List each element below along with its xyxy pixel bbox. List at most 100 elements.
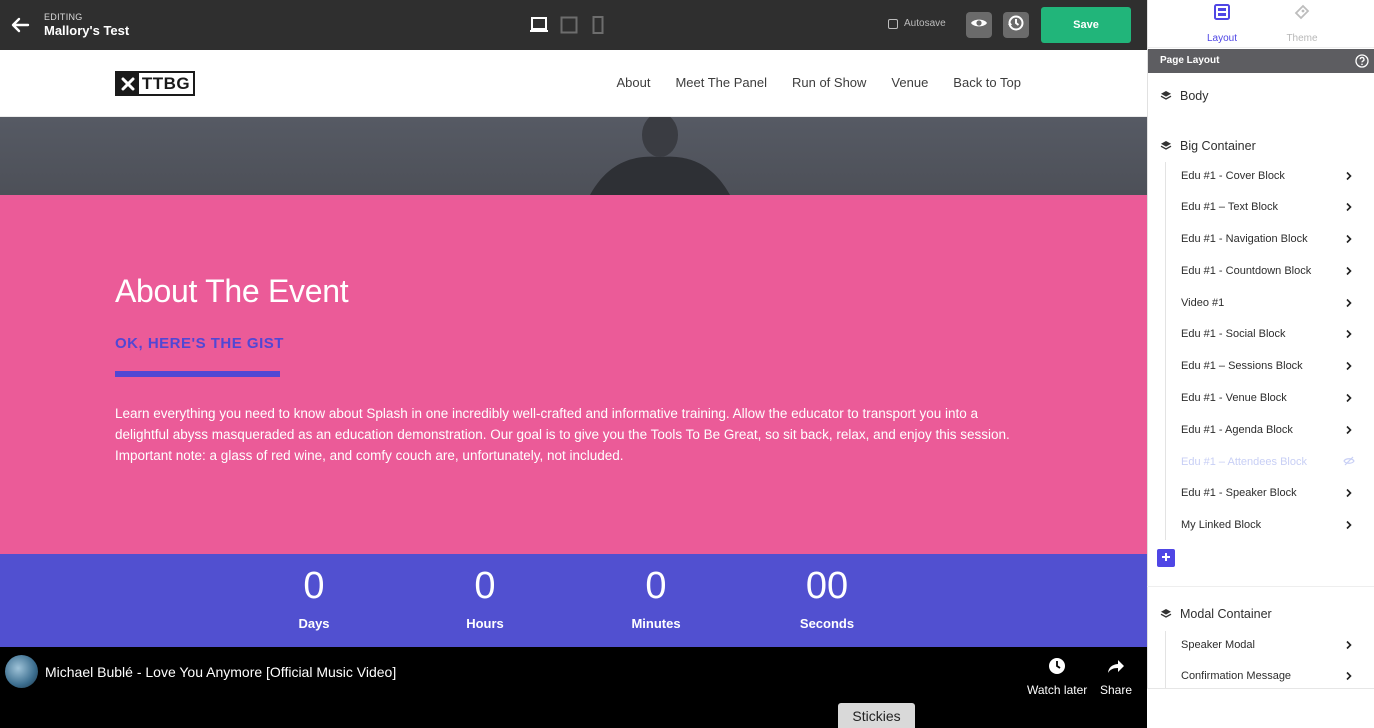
about-section: About The Event OK, HERE'S THE GIST Lear… bbox=[0, 195, 1147, 554]
modal-item[interactable]: Speaker Modal bbox=[1148, 632, 1374, 658]
countdown-days: 0 Days bbox=[259, 564, 369, 631]
block-item[interactable]: Video #1 bbox=[1148, 290, 1374, 316]
chevron-right-icon bbox=[1345, 234, 1353, 244]
share-label: Share bbox=[1100, 683, 1133, 697]
nav-link-run-of-show[interactable]: Run of Show bbox=[792, 75, 866, 90]
heading-underline bbox=[115, 371, 280, 377]
tree-guide-line bbox=[1165, 162, 1166, 540]
block-item[interactable]: Edu #1 - Social Block bbox=[1148, 321, 1374, 347]
tab-layout[interactable]: Layout bbox=[1192, 4, 1252, 44]
desktop-view-icon[interactable] bbox=[529, 15, 549, 35]
site-navigation: TTBG About Meet The Panel Run of Show Ve… bbox=[0, 50, 1147, 117]
autosave-checkbox[interactable] bbox=[888, 18, 898, 29]
layout-sidebar: Layout Theme Page Layout Body Big Contai… bbox=[1147, 0, 1374, 728]
add-block-button[interactable] bbox=[1157, 549, 1175, 567]
about-heading: About The Event bbox=[115, 273, 349, 309]
block-item-label: Edu #1 - Navigation Block bbox=[1181, 233, 1308, 245]
autosave-label: Autosave bbox=[904, 18, 946, 29]
chevron-right-icon bbox=[1345, 202, 1353, 212]
stickies-tab[interactable]: Stickies bbox=[838, 703, 915, 728]
layer-modal-container-label: Modal Container bbox=[1180, 607, 1272, 621]
layer-body[interactable]: Body bbox=[1148, 83, 1374, 109]
video-title[interactable]: Michael Bublé - Love You Anymore [Offici… bbox=[45, 664, 396, 680]
mobile-view-icon[interactable] bbox=[589, 15, 607, 35]
countdown-value: 0 bbox=[303, 565, 325, 607]
share-button[interactable]: Share bbox=[1100, 657, 1132, 697]
layer-icon bbox=[1160, 140, 1172, 152]
countdown-section: 0 Days 0 Hours 0 Minutes 00 Seconds bbox=[0, 554, 1147, 647]
logo-text: TTBG bbox=[141, 73, 191, 93]
block-item-label: Edu #1 – Attendees Block bbox=[1181, 456, 1307, 468]
plus-icon bbox=[1161, 549, 1171, 567]
countdown-value: 00 bbox=[805, 565, 849, 607]
block-item[interactable]: Edu #1 – Text Block bbox=[1148, 194, 1374, 220]
about-subheading: OK, HERE'S THE GIST bbox=[115, 335, 284, 352]
block-item[interactable]: Edu #1 – Sessions Block bbox=[1148, 353, 1374, 379]
preview-button[interactable] bbox=[966, 12, 992, 38]
nav-link-back-to-top[interactable]: Back to Top bbox=[953, 75, 1021, 90]
video-embed[interactable]: Michael Bublé - Love You Anymore [Offici… bbox=[0, 647, 1147, 728]
modal-item-label: Speaker Modal bbox=[1181, 639, 1255, 651]
modal-item[interactable]: Confirmation Message bbox=[1148, 663, 1374, 689]
about-body: Learn everything you need to know about … bbox=[115, 406, 1010, 463]
save-button[interactable]: Save bbox=[1041, 7, 1131, 43]
tab-layout-label: Layout bbox=[1206, 33, 1238, 44]
nav-link-meet-the-panel[interactable]: Meet The Panel bbox=[675, 75, 767, 90]
chevron-right-icon bbox=[1345, 329, 1353, 339]
countdown-value: 0 bbox=[645, 565, 667, 607]
sidebar-divider bbox=[1147, 586, 1374, 587]
nav-links: About Meet The Panel Run of Show Venue B… bbox=[616, 75, 1021, 90]
countdown-label: Hours bbox=[466, 616, 504, 631]
editor-toolbar: EDITING Mallory's Test Autosave Save bbox=[0, 0, 1147, 50]
hero-person-silhouette bbox=[590, 117, 730, 195]
history-button[interactable] bbox=[1003, 12, 1029, 38]
chevron-right-icon bbox=[1345, 671, 1353, 681]
watch-later-label: Watch later bbox=[1027, 683, 1088, 697]
chevron-right-icon bbox=[1345, 266, 1353, 276]
site-logo[interactable]: TTBG bbox=[115, 71, 195, 96]
editing-label: EDITING bbox=[44, 12, 83, 22]
block-item-label: Video #1 bbox=[1181, 297, 1225, 309]
channel-avatar[interactable] bbox=[5, 655, 38, 688]
history-icon bbox=[1007, 14, 1025, 37]
tablet-view-icon[interactable] bbox=[559, 15, 579, 35]
block-item-label: Edu #1 - Social Block bbox=[1181, 328, 1286, 340]
block-item[interactable]: Edu #1 - Venue Block bbox=[1148, 385, 1374, 411]
countdown-hours: 0 Hours bbox=[430, 564, 540, 631]
block-item[interactable]: Edu #1 - Cover Block bbox=[1148, 163, 1374, 189]
page-canvas: TTBG About Meet The Panel Run of Show Ve… bbox=[0, 50, 1147, 728]
page-layout-title: Page Layout bbox=[1160, 55, 1220, 66]
layer-big-container[interactable]: Big Container bbox=[1148, 133, 1374, 159]
chevron-right-icon bbox=[1345, 393, 1353, 403]
block-item[interactable]: My Linked Block bbox=[1148, 512, 1374, 538]
chevron-right-icon bbox=[1345, 171, 1353, 181]
block-item[interactable]: Edu #1 - Speaker Block bbox=[1148, 480, 1374, 506]
autosave-toggle[interactable]: Autosave bbox=[888, 18, 946, 29]
block-item-label: Edu #1 - Cover Block bbox=[1181, 170, 1285, 182]
layer-body-label: Body bbox=[1180, 89, 1209, 103]
document-title: Mallory's Test bbox=[44, 23, 130, 38]
eye-icon bbox=[970, 16, 988, 34]
block-item-label: Edu #1 - Countdown Block bbox=[1181, 265, 1312, 277]
chevron-right-icon bbox=[1345, 298, 1353, 308]
modal-item-label: Confirmation Message bbox=[1181, 670, 1292, 682]
tools-logo-icon bbox=[117, 73, 139, 94]
block-item-hidden[interactable]: Edu #1 – Attendees Block bbox=[1148, 449, 1374, 475]
cover-image bbox=[0, 117, 1147, 195]
help-icon[interactable] bbox=[1355, 54, 1369, 68]
sidebar-tabs: Layout Theme bbox=[1148, 0, 1374, 48]
page-layout-header: Page Layout bbox=[1148, 49, 1374, 73]
layer-modal-container[interactable]: Modal Container bbox=[1148, 601, 1374, 627]
block-item-label: My Linked Block bbox=[1181, 519, 1262, 531]
share-icon bbox=[1107, 657, 1125, 678]
tab-theme[interactable]: Theme bbox=[1272, 4, 1332, 44]
eye-slash-icon[interactable] bbox=[1343, 456, 1355, 466]
block-item[interactable]: Edu #1 - Navigation Block bbox=[1148, 226, 1374, 252]
back-arrow-icon[interactable] bbox=[8, 13, 32, 37]
nav-link-venue[interactable]: Venue bbox=[891, 75, 928, 90]
block-item[interactable]: Edu #1 - Agenda Block bbox=[1148, 417, 1374, 443]
layer-icon bbox=[1160, 608, 1172, 620]
block-item[interactable]: Edu #1 - Countdown Block bbox=[1148, 258, 1374, 284]
watch-later-button[interactable]: Watch later bbox=[1027, 657, 1087, 697]
nav-link-about[interactable]: About bbox=[616, 75, 650, 90]
